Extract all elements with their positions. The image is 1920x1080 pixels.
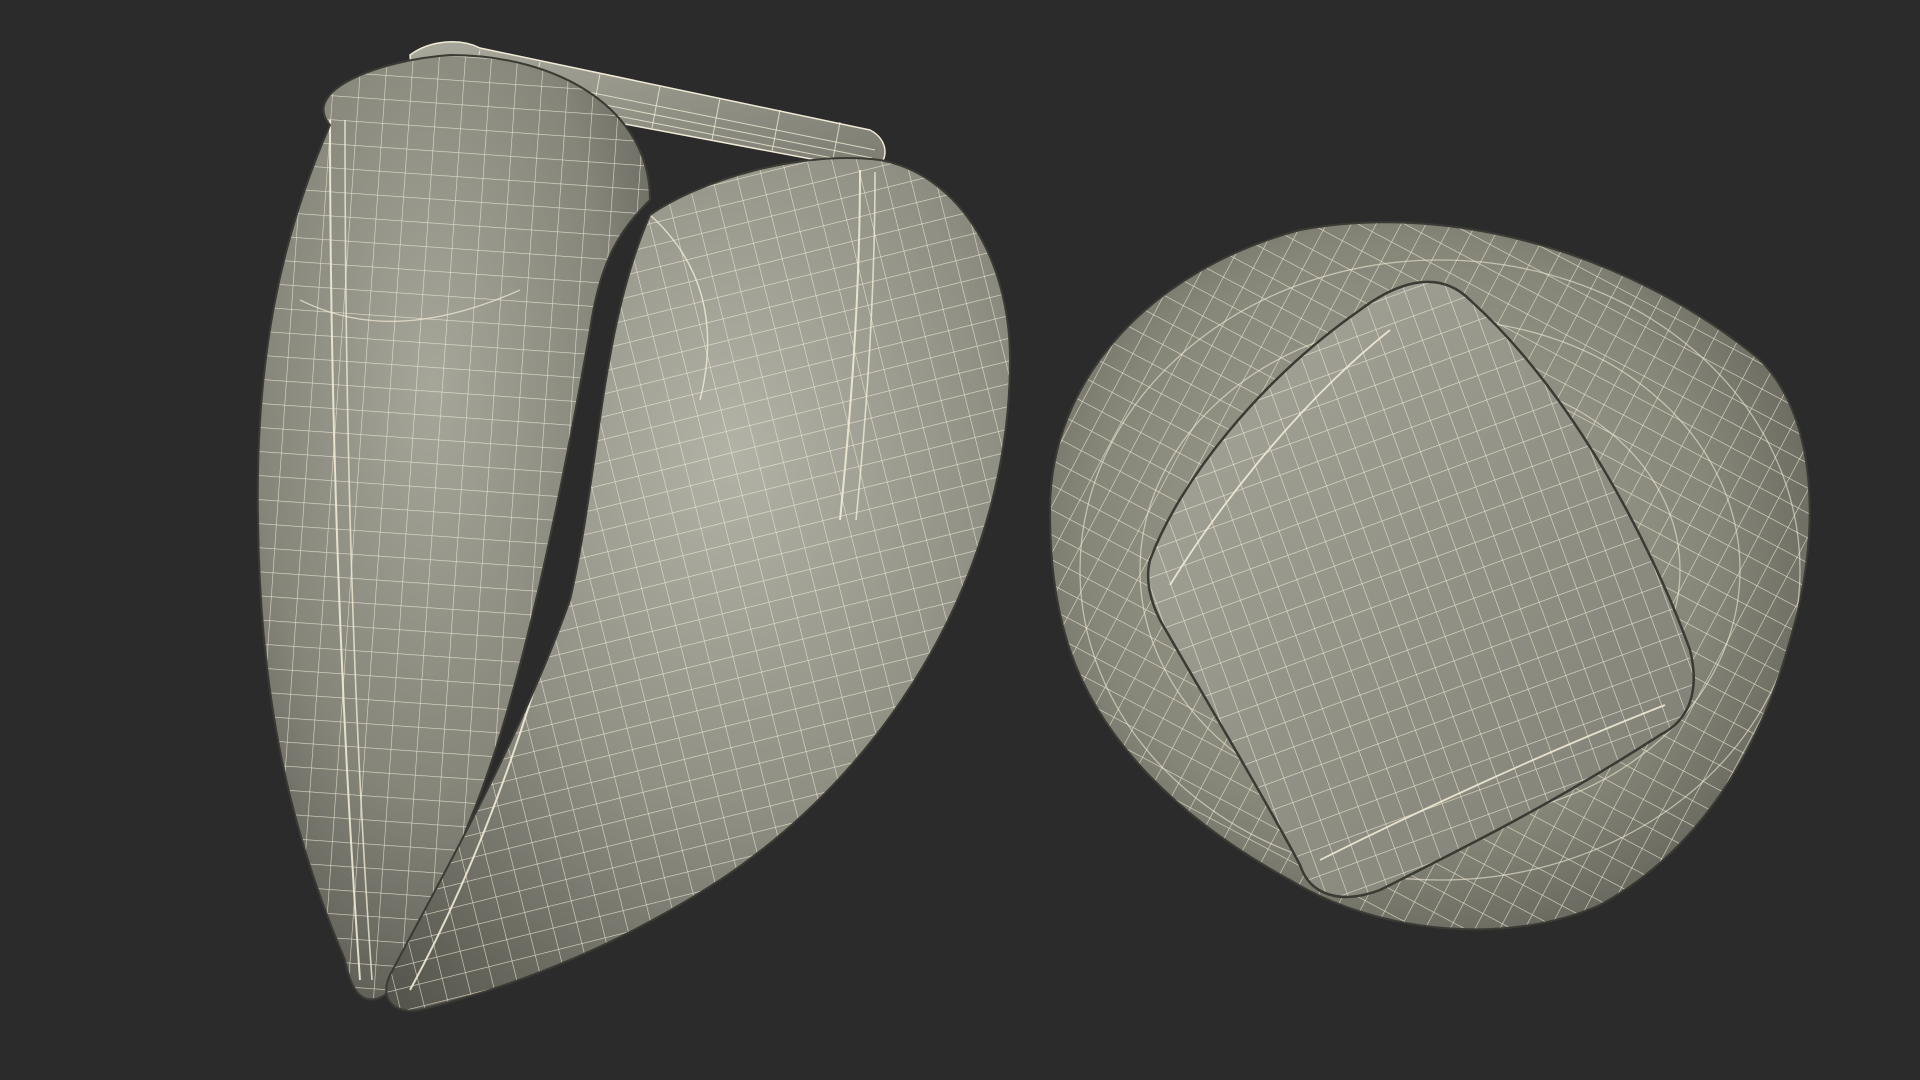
render-viewport [0, 0, 1920, 1080]
wireframe-render [0, 0, 1920, 1080]
